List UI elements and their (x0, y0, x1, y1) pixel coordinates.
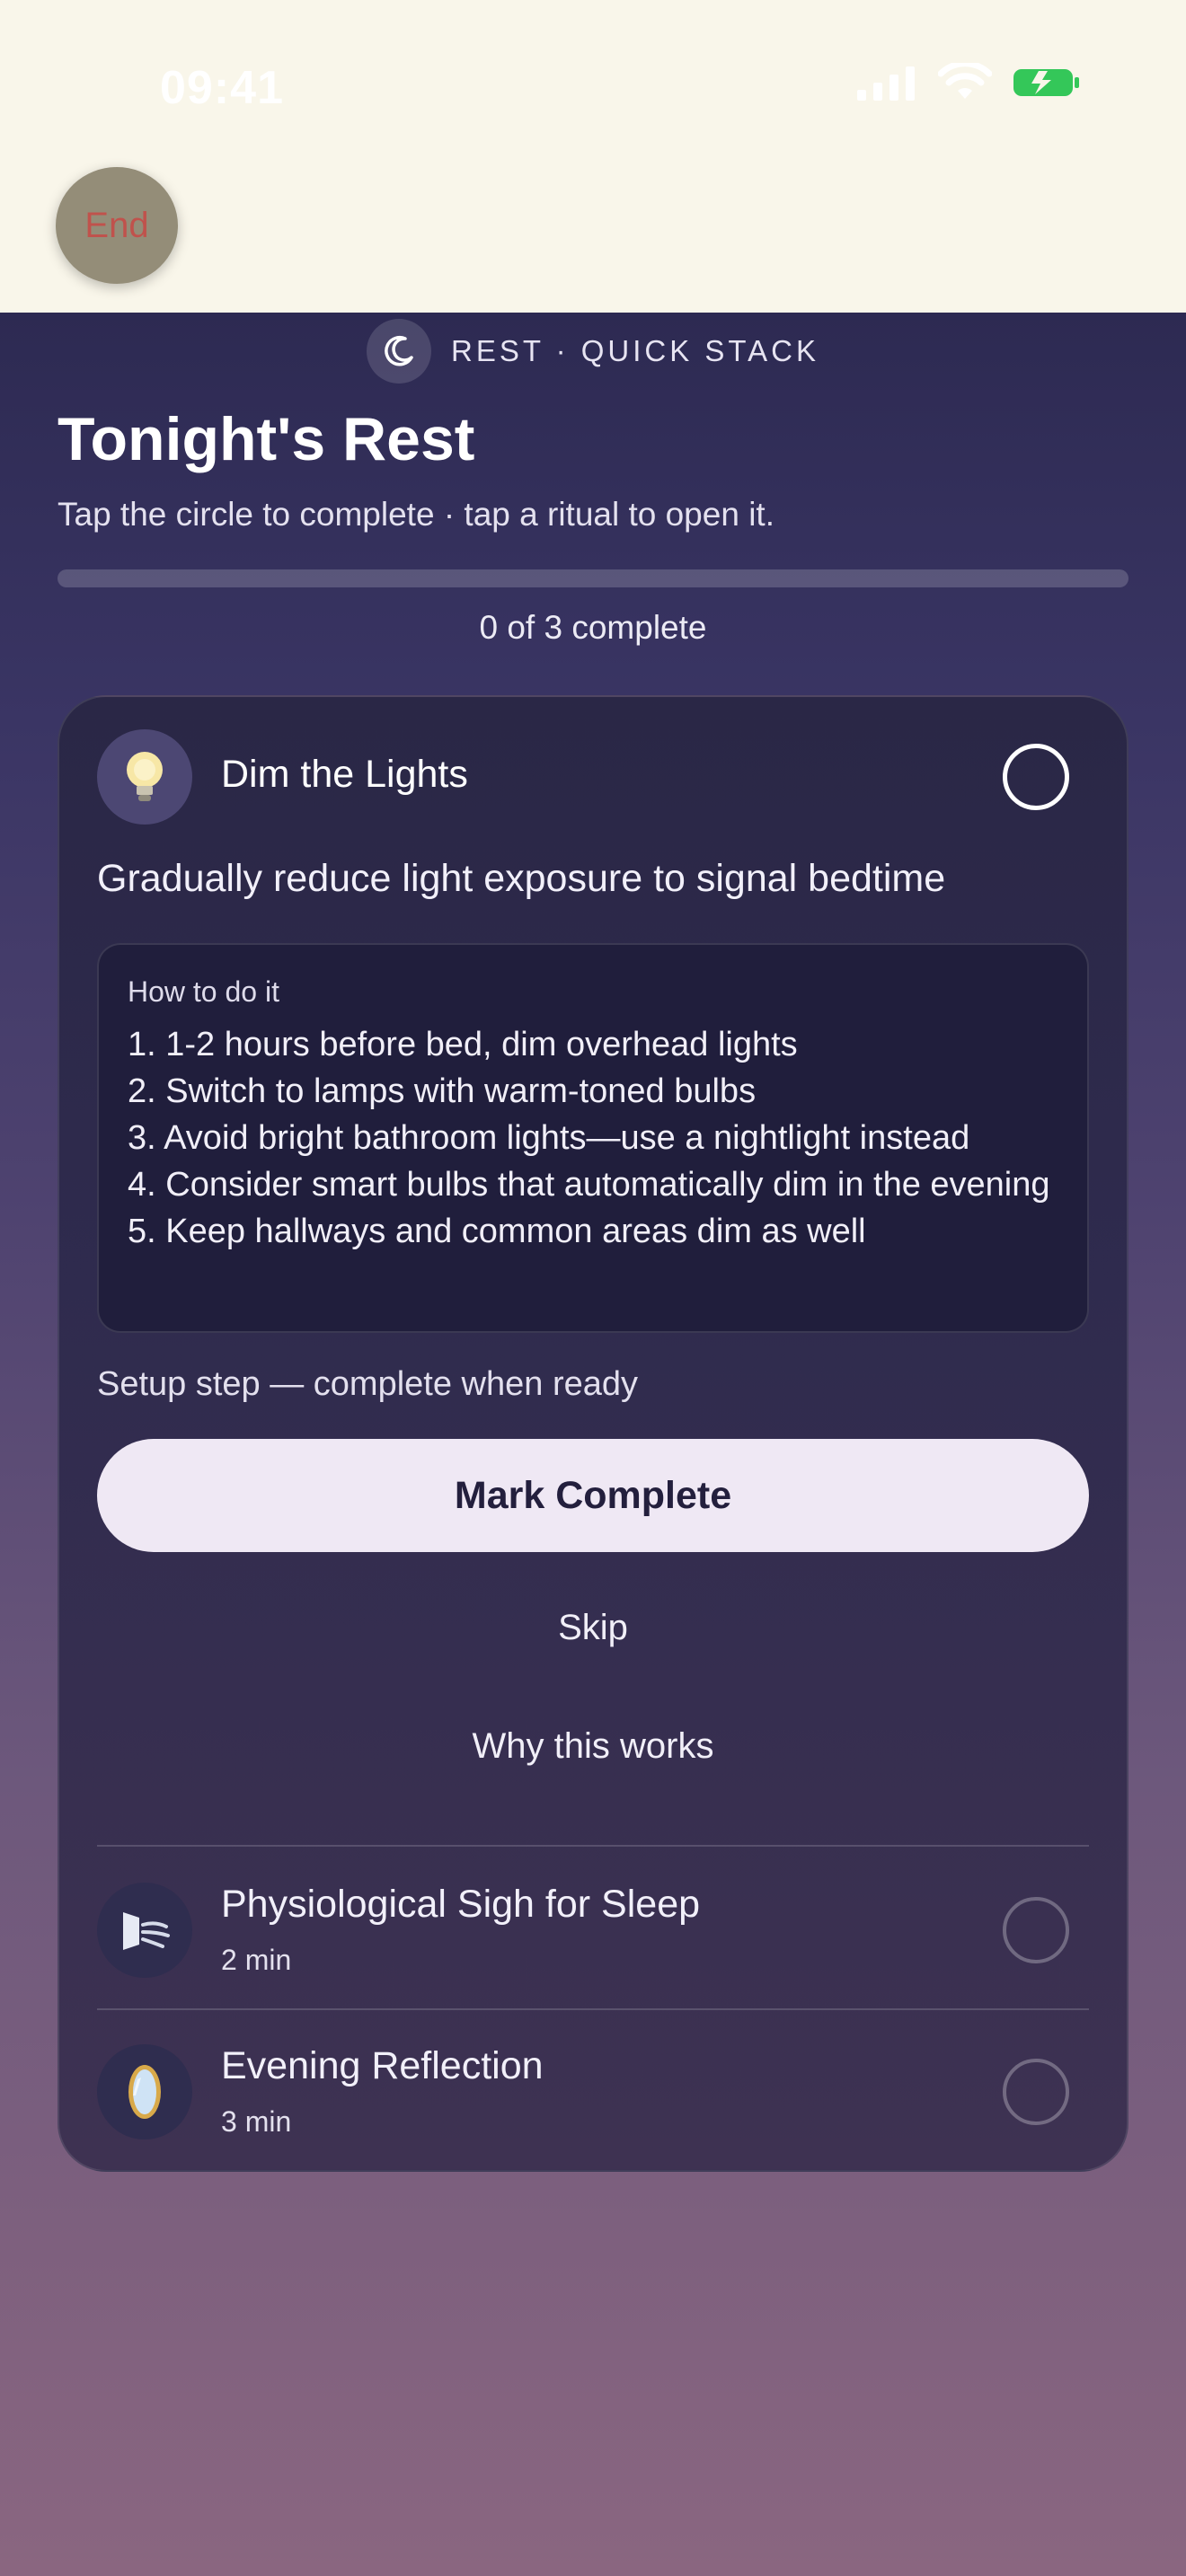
mirror-icon (97, 2044, 192, 2139)
mark-complete-button[interactable]: Mark Complete (97, 1439, 1089, 1552)
wifi-icon (938, 63, 992, 99)
howto-step: 2. Switch to lamps with warm-toned bulbs (128, 1072, 757, 1110)
ritual-row-title[interactable]: Physiological Sigh for Sleep (221, 1883, 700, 1927)
howto-heading: How to do it (128, 975, 279, 1008)
howto-step: 5. Keep hallways and common areas dim as… (128, 1213, 866, 1250)
battery-icon (1013, 69, 1079, 96)
complete-toggle[interactable] (1003, 2059, 1069, 2125)
end-button[interactable]: End (56, 167, 178, 284)
howto-step: 3. Avoid bright bathroom lights—use a ni… (128, 1119, 970, 1157)
ritual-row-duration: 2 min (221, 1944, 292, 1976)
section-tag-label: REST · QUICK STACK (451, 334, 819, 367)
breath-icon (97, 1883, 192, 1978)
page-subtitle: Tap the circle to complete · tap a ritua… (58, 496, 774, 533)
lightbulb-icon (97, 729, 192, 825)
howto-box: How to do it 1. 1-2 hours before bed, di… (97, 943, 1089, 1333)
setup-note: Setup step — complete when ready (97, 1365, 639, 1403)
page-title: Tonight's Rest (58, 405, 475, 473)
ritual-stack-card (58, 695, 1128, 2172)
status-bar: 09:41 End (0, 0, 1186, 313)
active-ritual-title[interactable]: Dim the Lights (221, 753, 468, 797)
moon-icon (367, 319, 431, 384)
howto-step: 4. Consider smart bulbs that automatical… (128, 1166, 1050, 1204)
progress-label: 0 of 3 complete (479, 609, 707, 646)
howto-step: 1. 1-2 hours before bed, dim overhead li… (128, 1026, 798, 1063)
ritual-row-duration: 3 min (221, 2105, 292, 2138)
divider (97, 2008, 1089, 2010)
why-this-works-button[interactable]: Why this works (97, 1726, 1089, 1767)
section-tag: REST · QUICK STACK (0, 313, 1186, 390)
progress-bar (58, 569, 1128, 587)
complete-toggle[interactable] (1003, 1897, 1069, 1963)
divider (97, 1845, 1089, 1847)
ritual-row-title[interactable]: Evening Reflection (221, 2044, 544, 2088)
active-ritual-description: Gradually reduce light exposure to signa… (97, 857, 946, 900)
skip-button[interactable]: Skip (97, 1608, 1089, 1648)
status-time: 09:41 (160, 62, 284, 114)
complete-toggle-active[interactable] (1003, 744, 1069, 810)
status-icons (857, 63, 1080, 102)
signal-icon (857, 66, 915, 101)
